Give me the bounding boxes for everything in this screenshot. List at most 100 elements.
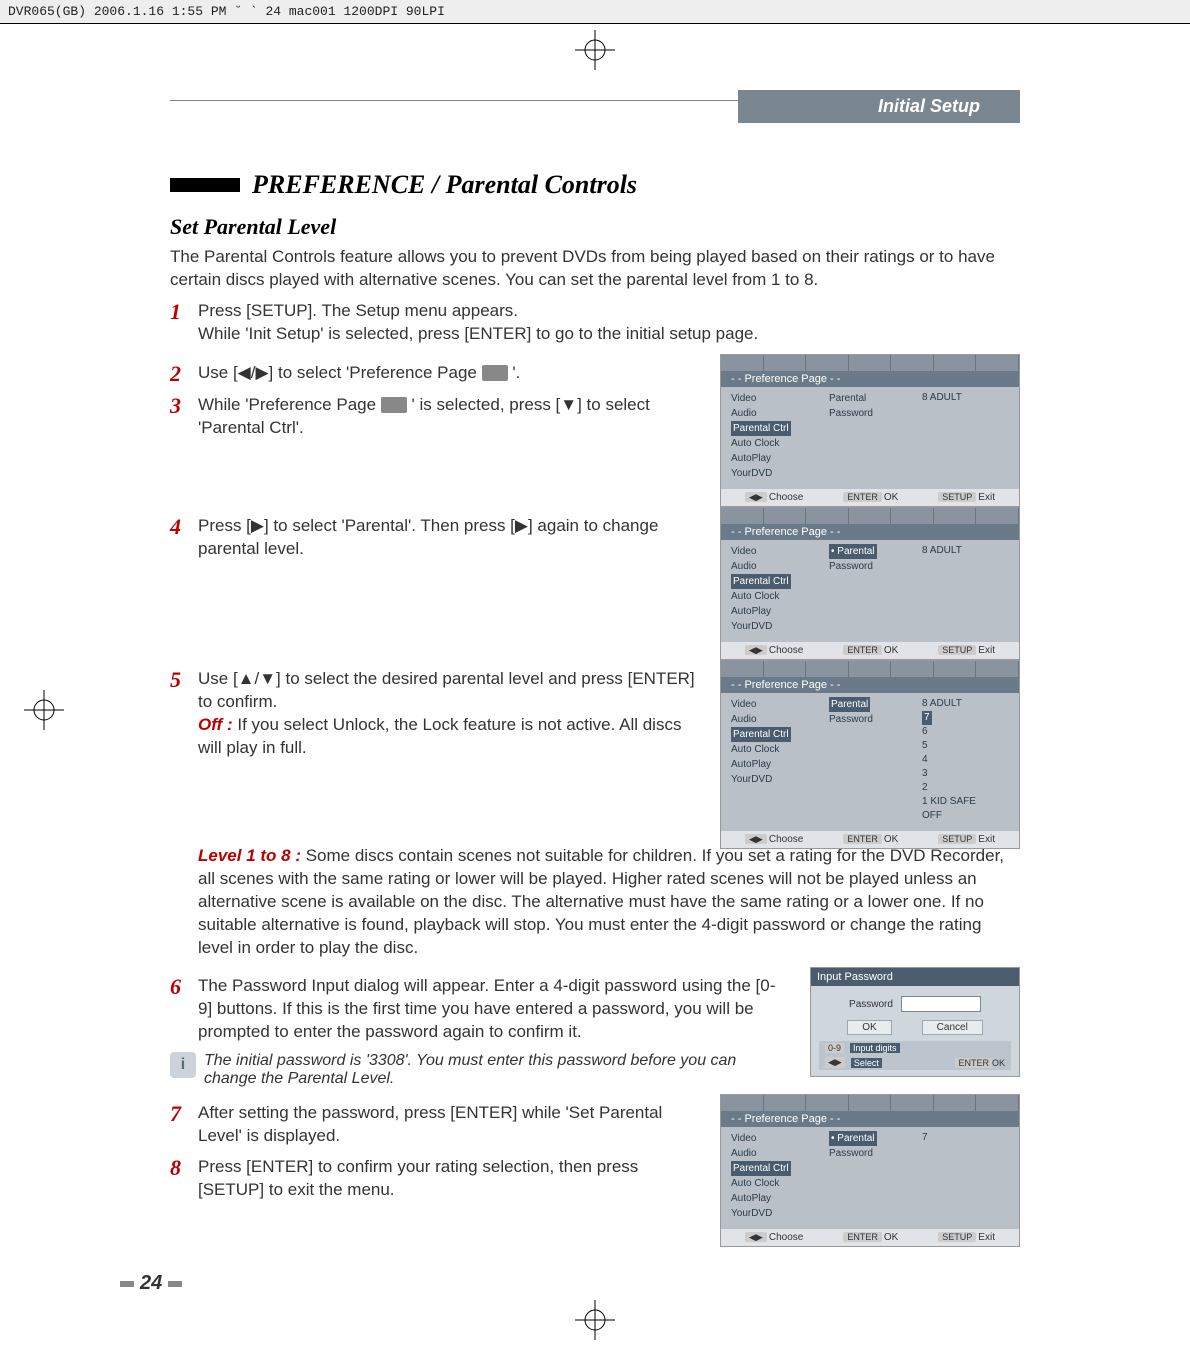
password-label: Password (849, 999, 893, 1010)
menu-item: Audio (731, 406, 821, 421)
page-number: 24 (120, 1272, 182, 1295)
bar-exit: Exit (978, 1232, 995, 1243)
menu-header: - - Preference Page - - (721, 677, 1019, 693)
value-adult: 8 ADULT (922, 544, 1009, 558)
step-5-continued: Level 1 to 8 : Some discs contain scenes… (170, 845, 1020, 960)
level-3: 3 (922, 767, 1009, 781)
screenshot-preference-1: - - Preference Page - - Video Audio Pare… (720, 354, 1020, 507)
pw-hint-ok: OK (992, 1058, 1005, 1068)
print-header-text: DVR065(GB) 2006.1.16 1:55 PM ˘ ` 24 mac0… (8, 4, 445, 19)
step-5-text-a: Use [▲/▼] to select the desired parental… (198, 668, 708, 714)
content-area: PREFERENCE / Parental Controls Set Paren… (170, 170, 1020, 1247)
bar-ok: OK (884, 834, 898, 845)
menu-item: Auto Clock (731, 589, 821, 604)
password-ok-button[interactable]: OK (847, 1020, 891, 1035)
bar-choose: Choose (769, 834, 803, 845)
submenu-password: Password (829, 712, 914, 727)
level-7-selected: 7 (922, 711, 932, 725)
sub-title: Set Parental Level (170, 214, 1020, 240)
step-number: 8 (170, 1156, 198, 1180)
off-label: Off : (198, 715, 233, 734)
bar-exit: Exit (978, 834, 995, 845)
step-number: 3 (170, 394, 198, 418)
chapter-title: Initial Setup (738, 90, 1020, 123)
level-5: 5 (922, 739, 1009, 753)
step-8-text: Press [ENTER] to confirm your rating sel… (198, 1156, 708, 1202)
level-8: 8 ADULT (922, 697, 1009, 711)
step-number: 2 (170, 362, 198, 386)
submenu-parental-selected: Parental (837, 1133, 874, 1144)
level-text: Some discs contain scenes not suitable f… (198, 846, 1004, 957)
submenu-parental: Parental (829, 391, 914, 406)
bar-choose: Choose (769, 1232, 803, 1243)
step-5: 5 Use [▲/▼] to select the desired parent… (170, 668, 708, 760)
screenshot-preference-2: - - Preference Page - - Video Audio Pare… (720, 507, 1020, 660)
section-heading-row: PREFERENCE / Parental Controls (170, 170, 1020, 200)
menu-item: Audio (731, 559, 821, 574)
level-1: 1 KID SAFE (922, 795, 1009, 809)
menu-item: Auto Clock (731, 742, 821, 757)
step-6: 6 The Password Input dialog will appear.… (170, 975, 788, 1044)
menu-item: YourDVD (731, 466, 821, 481)
page-number-value: 24 (140, 1272, 162, 1295)
screenshot-preference-4: - - Preference Page - - Video Audio Pare… (720, 1094, 1020, 1247)
menu-header: - - Preference Page - - (721, 524, 1019, 540)
step-8: 8 Press [ENTER] to confirm your rating s… (170, 1156, 708, 1202)
step-4: 4 Press [▶] to select 'Parental'. Then p… (170, 515, 708, 561)
step-6-text: The Password Input dialog will appear. E… (198, 975, 788, 1044)
menu-item: Video (731, 1131, 821, 1146)
menu-item: Video (731, 391, 821, 406)
page-frame: Initial Setup PREFERENCE / Parental Cont… (50, 70, 1140, 1325)
step-3-text-a: While 'Preference Page (198, 395, 381, 414)
menu-item: Auto Clock (731, 1176, 821, 1191)
note-row: i The initial password is '3308'. You mu… (170, 1052, 788, 1088)
submenu-password: Password (829, 406, 914, 421)
menu-item: AutoPlay (731, 604, 821, 619)
step-2: 2 Use [◀/▶] to select 'Preference Page '… (170, 362, 708, 386)
menu-item: Audio (731, 712, 821, 727)
step-2-text-a: Use [◀/▶] to select 'Preference Page (198, 363, 482, 382)
menu-item: Audio (731, 1146, 821, 1161)
menu-header: - - Preference Page - - (721, 371, 1019, 387)
menu-item: YourDVD (731, 772, 821, 787)
menu-item: YourDVD (731, 1206, 821, 1221)
preference-icon (381, 397, 407, 413)
step-2-text-b: '. (512, 363, 520, 382)
registration-mark-top (575, 30, 615, 70)
step-number: 6 (170, 975, 198, 999)
bar-choose: Choose (769, 645, 803, 656)
value-level-7: 7 (922, 1131, 1009, 1145)
bar-exit: Exit (978, 492, 995, 503)
level-4: 4 (922, 753, 1009, 767)
bar-ok: OK (884, 492, 898, 503)
intro-text: The Parental Controls feature allows you… (170, 246, 1020, 292)
step-7: 7 After setting the password, press [ENT… (170, 1102, 708, 1148)
step-number: 1 (170, 300, 198, 324)
level-off: OFF (922, 809, 1009, 823)
value-adult: 8 ADULT (922, 391, 1009, 405)
submenu-parental-selected: Parental (837, 546, 874, 557)
password-cancel-button[interactable]: Cancel (922, 1020, 983, 1035)
menu-header: - - Preference Page - - (721, 1111, 1019, 1127)
step-1: 1 Press [SETUP]. The Setup menu appears.… (170, 300, 1020, 346)
preference-icon (482, 365, 508, 381)
step-7-text: After setting the password, press [ENTER… (198, 1102, 708, 1148)
menu-item-selected: Parental Ctrl (731, 574, 791, 589)
menu-item-selected: Parental Ctrl (731, 421, 791, 436)
bar-ok: OK (884, 1232, 898, 1243)
password-title: Input Password (811, 968, 1019, 986)
step-number: 4 (170, 515, 198, 539)
menu-item-selected: Parental Ctrl (731, 727, 791, 742)
bar-ok: OK (884, 645, 898, 656)
pw-hint-input: Input digits (850, 1043, 900, 1053)
bar-exit: Exit (978, 645, 995, 656)
step-number: 5 (170, 668, 198, 692)
info-icon: i (170, 1052, 196, 1078)
pw-hint-select: Select (851, 1058, 882, 1068)
level-6: 6 (922, 725, 1009, 739)
menu-item: Video (731, 697, 821, 712)
menu-item: YourDVD (731, 619, 821, 634)
submenu-password: Password (829, 559, 914, 574)
step-1-line-b: While 'Init Setup' is selected, press [E… (198, 323, 1020, 346)
password-field[interactable] (901, 996, 981, 1012)
